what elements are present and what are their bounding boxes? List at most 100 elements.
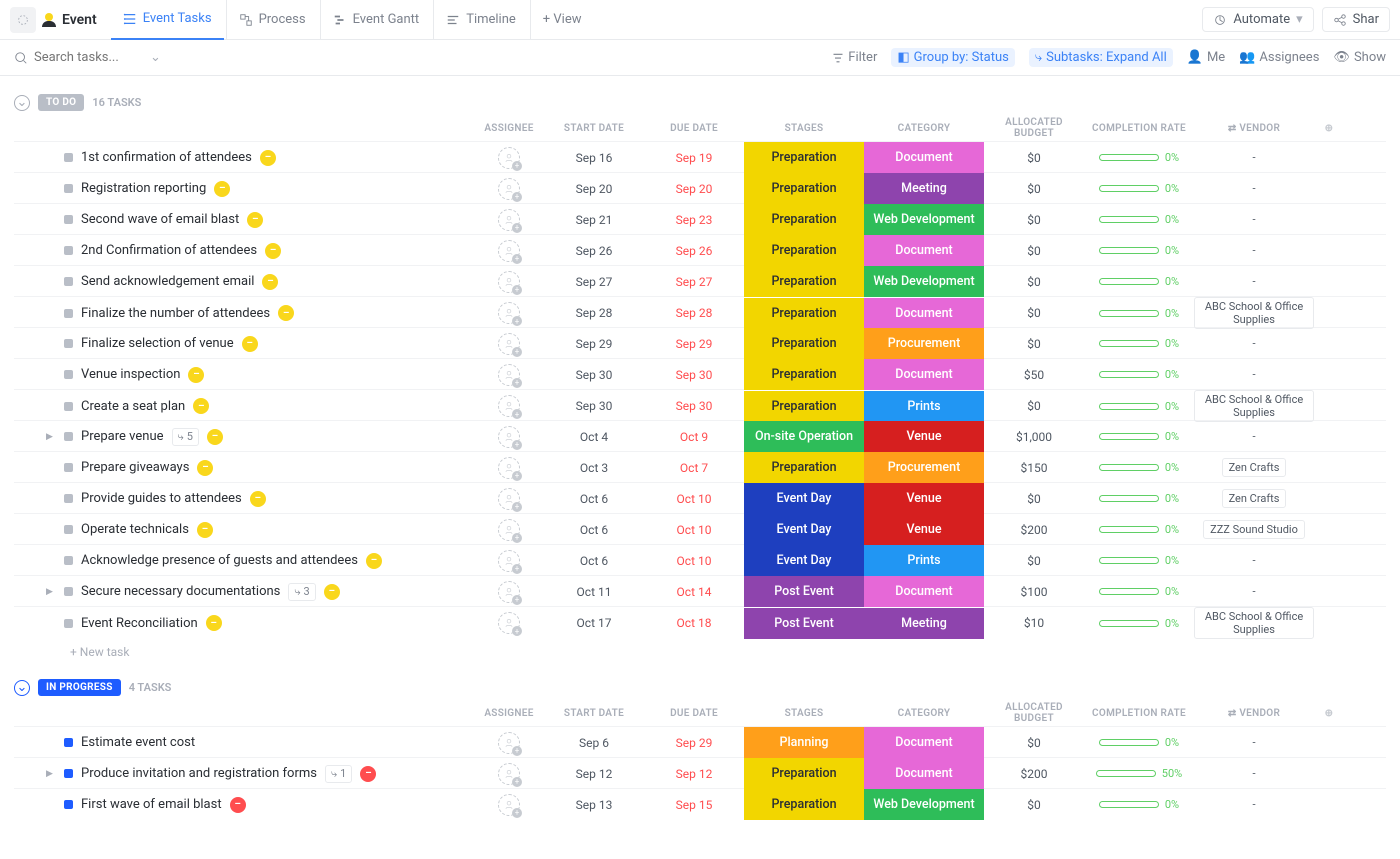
completion-cell[interactable]: 0% bbox=[1084, 523, 1194, 536]
start-date[interactable]: Sep 29 bbox=[544, 337, 644, 351]
start-date[interactable]: Oct 3 bbox=[544, 461, 644, 475]
subtask-count[interactable]: ⤷5 bbox=[172, 428, 199, 446]
col-3[interactable]: STAGES bbox=[744, 123, 864, 134]
category-cell[interactable]: Procurement bbox=[864, 328, 984, 359]
category-cell[interactable]: Document bbox=[864, 235, 984, 266]
category-cell[interactable]: Document bbox=[864, 727, 984, 758]
col-0[interactable]: ASSIGNEE bbox=[474, 123, 544, 134]
task-row[interactable]: Operate technicals – Oct 6 Oct 10 Event … bbox=[14, 513, 1386, 544]
col-7[interactable]: ⇄ VENDOR bbox=[1194, 708, 1314, 719]
assignee-avatar-icon[interactable] bbox=[498, 240, 520, 262]
completion-cell[interactable]: 0% bbox=[1084, 617, 1194, 630]
vendor-cell[interactable]: - bbox=[1194, 275, 1314, 288]
status-square-icon[interactable] bbox=[64, 402, 73, 411]
search-box[interactable]: ⌄ bbox=[14, 50, 184, 65]
tab-event-tasks[interactable]: Event Tasks bbox=[111, 0, 224, 40]
budget-cell[interactable]: $0 bbox=[984, 151, 1084, 165]
collapse-icon[interactable]: ⌄ bbox=[14, 95, 30, 111]
status-square-icon[interactable] bbox=[64, 556, 73, 565]
vendor-cell[interactable]: - bbox=[1194, 585, 1314, 598]
task-name-cell[interactable]: Send acknowledgement email – bbox=[14, 274, 474, 290]
col-6[interactable]: COMPLETION RATE bbox=[1084, 708, 1194, 719]
budget-cell[interactable]: $0 bbox=[984, 492, 1084, 506]
assignee-cell[interactable] bbox=[474, 209, 544, 231]
stage-cell[interactable]: Preparation bbox=[744, 173, 864, 204]
start-date[interactable]: Sep 30 bbox=[544, 399, 644, 413]
completion-cell[interactable]: 0% bbox=[1084, 275, 1194, 288]
assignee-cell[interactable] bbox=[474, 426, 544, 448]
stage-cell[interactable]: Planning bbox=[744, 727, 864, 758]
start-date[interactable]: Oct 6 bbox=[544, 554, 644, 568]
task-row[interactable]: 1st confirmation of attendees – Sep 16 S… bbox=[14, 141, 1386, 172]
start-date[interactable]: Oct 4 bbox=[544, 430, 644, 444]
vendor-cell[interactable]: ABC School & Office Supplies bbox=[1194, 607, 1314, 639]
stage-cell[interactable]: Event Day bbox=[744, 514, 864, 545]
vendor-cell[interactable]: - bbox=[1194, 798, 1314, 811]
tab-process[interactable]: Process bbox=[226, 0, 318, 40]
col-4[interactable]: CATEGORY bbox=[864, 123, 984, 134]
assignee-avatar-icon[interactable] bbox=[498, 612, 520, 634]
assignee-cell[interactable] bbox=[474, 732, 544, 754]
stage-cell[interactable]: On-site Operation bbox=[744, 421, 864, 452]
vendor-cell[interactable]: - bbox=[1194, 736, 1314, 749]
vendor-chip[interactable]: ABC School & Office Supplies bbox=[1194, 390, 1314, 422]
assignee-cell[interactable] bbox=[474, 581, 544, 603]
stage-cell[interactable]: Preparation bbox=[744, 266, 864, 297]
budget-cell[interactable]: $0 bbox=[984, 182, 1084, 196]
budget-cell[interactable]: $200 bbox=[984, 523, 1084, 537]
col-5[interactable]: ALLOCATED BUDGET bbox=[984, 702, 1084, 724]
category-cell[interactable]: Procurement bbox=[864, 452, 984, 483]
vendor-cell[interactable]: ZZZ Sound Studio bbox=[1194, 520, 1314, 539]
budget-cell[interactable]: $100 bbox=[984, 585, 1084, 599]
category-cell[interactable]: Document bbox=[864, 758, 984, 789]
status-square-icon[interactable] bbox=[64, 153, 73, 162]
due-date[interactable]: Sep 19 bbox=[644, 151, 744, 165]
task-row[interactable]: Event Reconciliation – Oct 17 Oct 18 Pos… bbox=[14, 606, 1386, 637]
col-2[interactable]: DUE DATE bbox=[644, 708, 744, 719]
completion-cell[interactable]: 0% bbox=[1084, 151, 1194, 164]
budget-cell[interactable]: $50 bbox=[984, 368, 1084, 382]
tab-add-view[interactable]: + View bbox=[530, 0, 594, 40]
task-name-cell[interactable]: Prepare giveaways – bbox=[14, 460, 474, 476]
assignee-avatar-icon[interactable] bbox=[498, 302, 520, 324]
category-cell[interactable]: Meeting bbox=[864, 608, 984, 639]
task-row[interactable]: Estimate event cost Sep 6 Sep 29 Plannin… bbox=[14, 726, 1386, 757]
col-2[interactable]: DUE DATE bbox=[644, 123, 744, 134]
app-menu-icon[interactable] bbox=[10, 7, 36, 33]
stage-cell[interactable]: Preparation bbox=[744, 789, 864, 820]
task-row[interactable]: Acknowledge presence of guests and atten… bbox=[14, 544, 1386, 575]
status-square-icon[interactable] bbox=[64, 587, 73, 596]
completion-cell[interactable]: 0% bbox=[1084, 368, 1194, 381]
category-cell[interactable]: Web Development bbox=[864, 204, 984, 235]
category-cell[interactable]: Web Development bbox=[864, 266, 984, 297]
start-date[interactable]: Oct 6 bbox=[544, 492, 644, 506]
assignee-cell[interactable] bbox=[474, 457, 544, 479]
due-date[interactable]: Sep 23 bbox=[644, 213, 744, 227]
filter-button[interactable]: Filter bbox=[832, 50, 877, 65]
assignee-cell[interactable] bbox=[474, 763, 544, 785]
budget-cell[interactable]: $200 bbox=[984, 767, 1084, 781]
start-date[interactable]: Oct 17 bbox=[544, 616, 644, 630]
assignee-avatar-icon[interactable] bbox=[498, 271, 520, 293]
start-date[interactable]: Sep 21 bbox=[544, 213, 644, 227]
assignee-avatar-icon[interactable] bbox=[498, 488, 520, 510]
assignee-avatar-icon[interactable] bbox=[498, 178, 520, 200]
add-column-icon[interactable]: ⊕ bbox=[1314, 123, 1344, 134]
task-row[interactable]: Venue inspection – Sep 30 Sep 30 Prepara… bbox=[14, 358, 1386, 389]
stage-cell[interactable]: Preparation bbox=[744, 359, 864, 390]
new-task-button[interactable]: + New task bbox=[14, 637, 1386, 659]
start-date[interactable]: Sep 28 bbox=[544, 306, 644, 320]
completion-cell[interactable]: 0% bbox=[1084, 400, 1194, 413]
stage-cell[interactable]: Post Event bbox=[744, 576, 864, 607]
completion-cell[interactable]: 50% bbox=[1084, 767, 1194, 780]
task-name-cell[interactable]: Finalize the number of attendees – bbox=[14, 305, 474, 321]
assignee-avatar-icon[interactable] bbox=[498, 426, 520, 448]
assignee-avatar-icon[interactable] bbox=[498, 395, 520, 417]
category-cell[interactable]: Document bbox=[864, 359, 984, 390]
vendor-cell[interactable]: ABC School & Office Supplies bbox=[1194, 297, 1314, 329]
due-date[interactable]: Sep 28 bbox=[644, 306, 744, 320]
task-name-cell[interactable]: Operate technicals – bbox=[14, 522, 474, 538]
task-row[interactable]: ▶ Produce invitation and registration fo… bbox=[14, 757, 1386, 788]
task-name-cell[interactable]: 1st confirmation of attendees – bbox=[14, 150, 474, 166]
tab-timeline[interactable]: Timeline bbox=[433, 0, 528, 40]
